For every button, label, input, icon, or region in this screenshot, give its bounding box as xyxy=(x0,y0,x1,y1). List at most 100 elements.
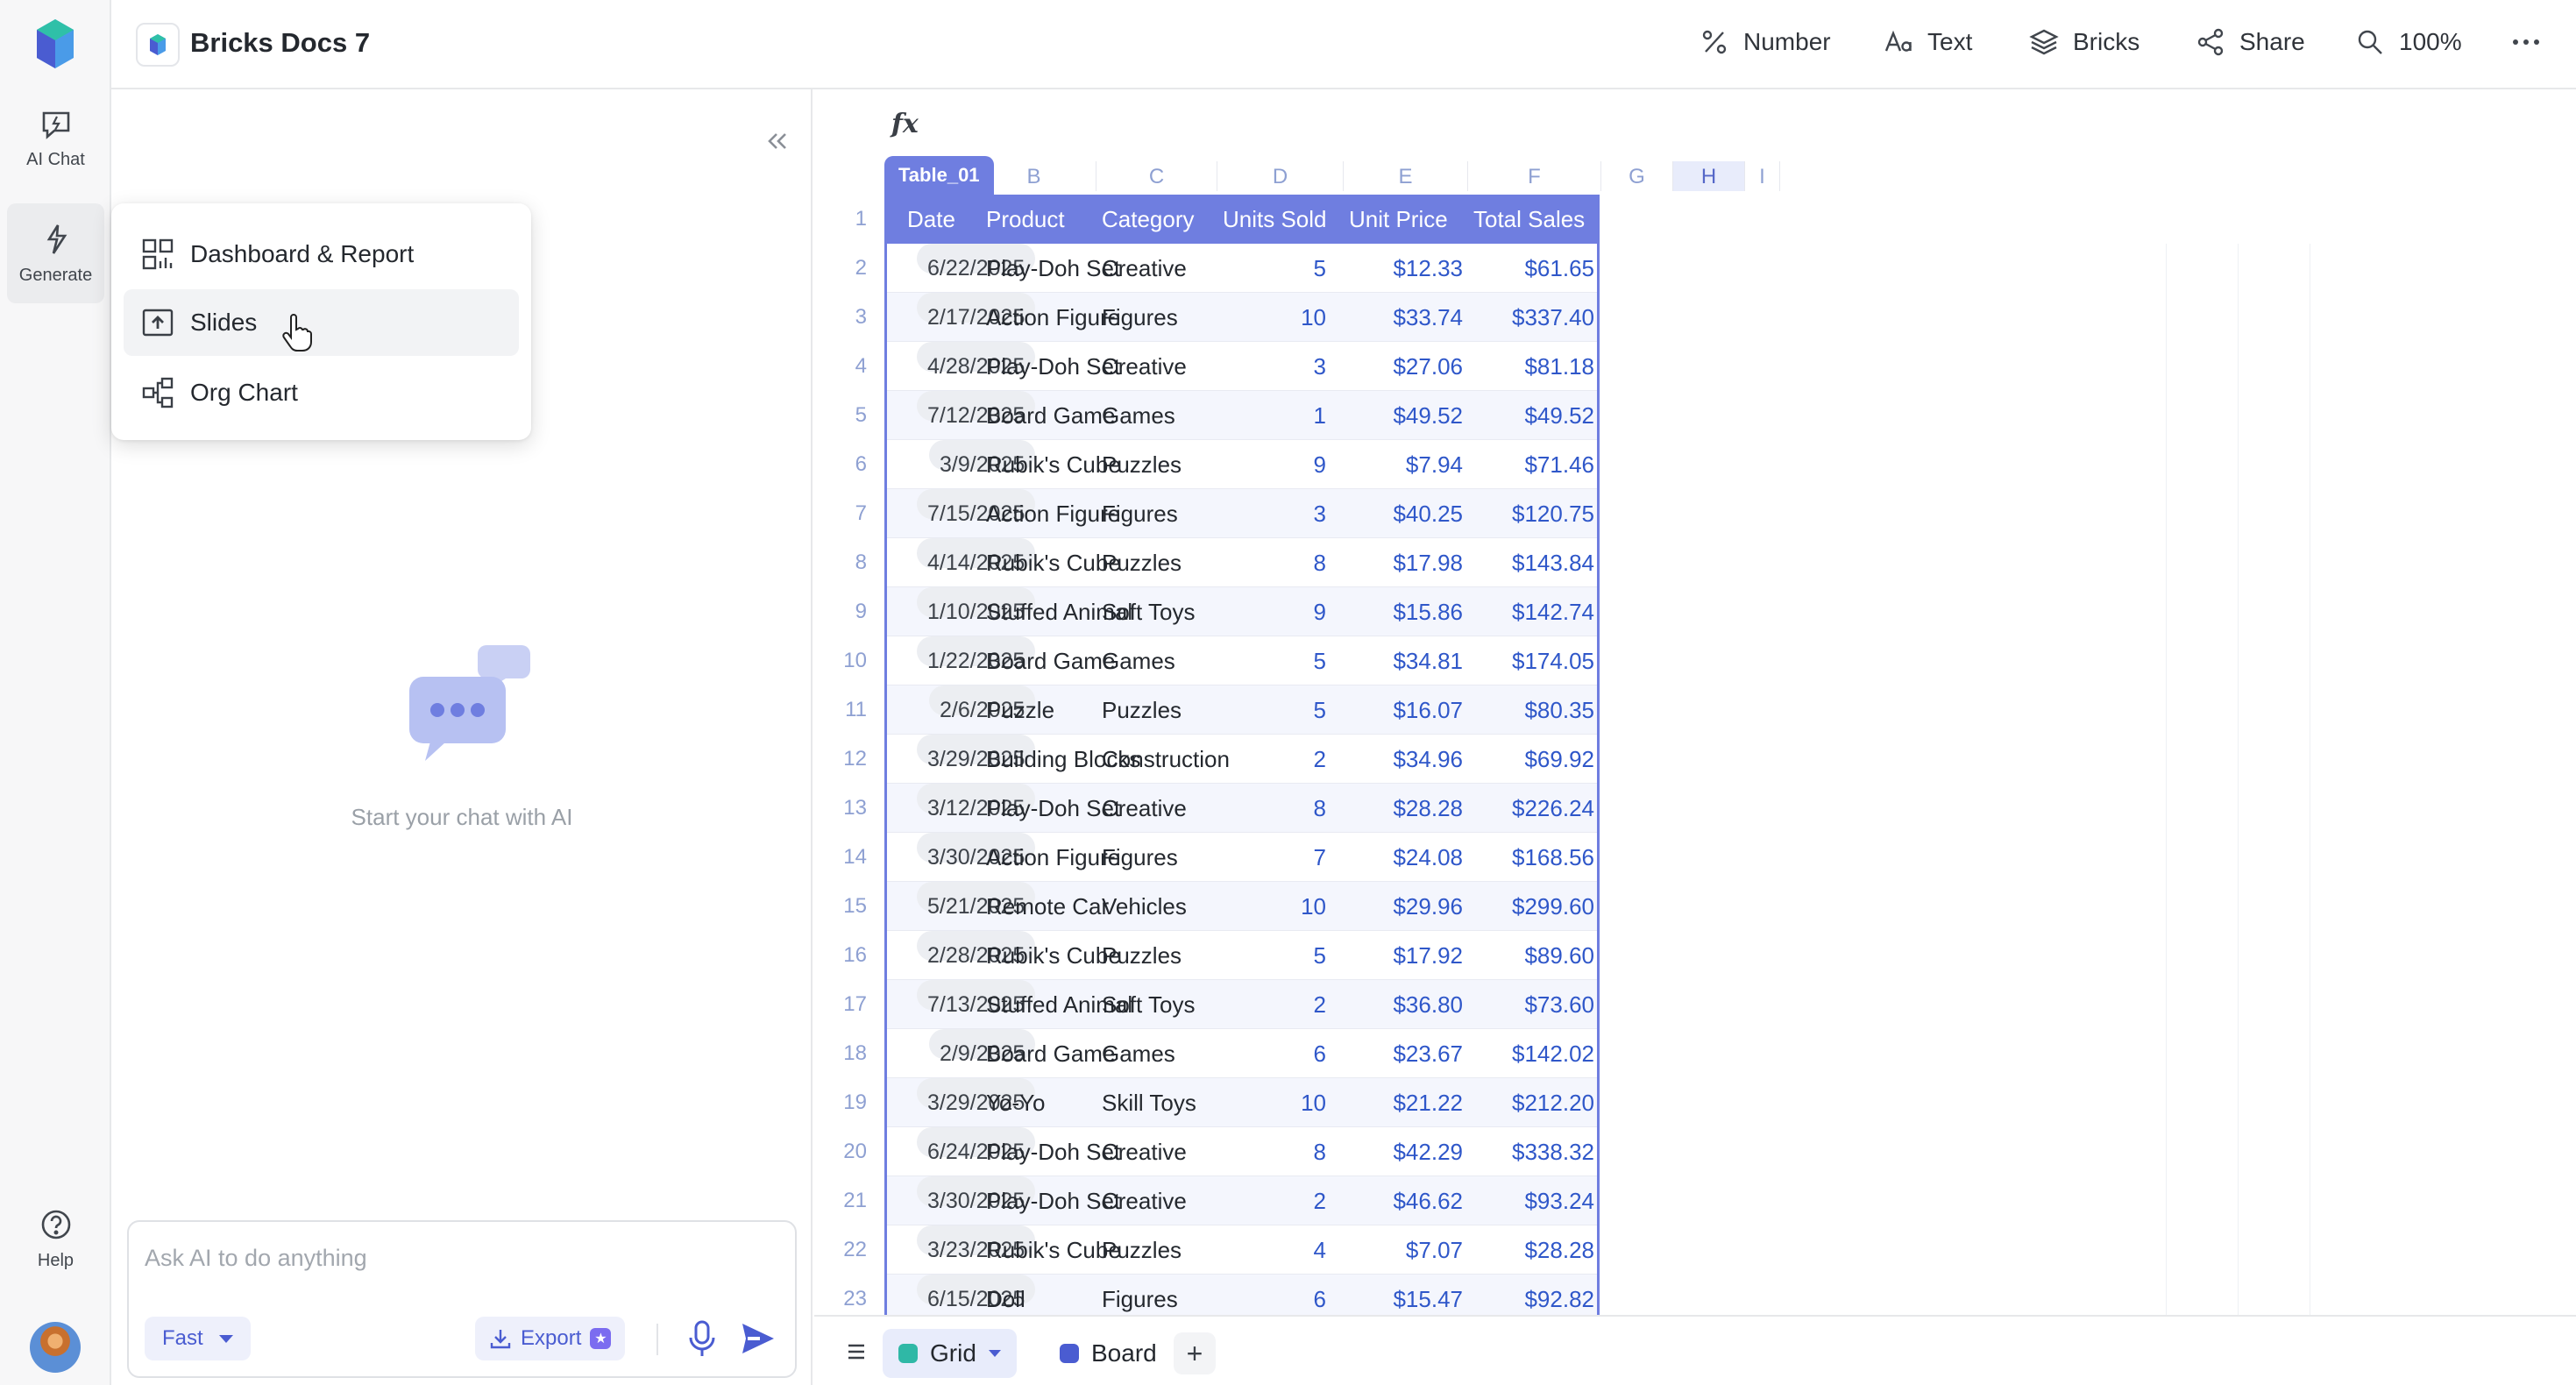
tab-board[interactable]: Board xyxy=(1044,1329,1173,1378)
menu-item-dashboard-report[interactable]: Dashboard & Report xyxy=(124,221,519,288)
column-header-f[interactable]: F xyxy=(1468,161,1601,191)
row-number[interactable]: 16 xyxy=(814,943,876,968)
row-number[interactable]: 1 xyxy=(814,207,876,231)
table-row[interactable]: 1/22/2025 Board Game Games 5 $34.81 $174.05 xyxy=(884,636,1600,685)
row-number[interactable]: 9 xyxy=(814,600,876,624)
total-sales-cell[interactable]: $120.75 xyxy=(1512,489,1594,538)
row-number[interactable]: 20 xyxy=(814,1140,876,1164)
unit-price-cell[interactable]: $24.08 xyxy=(1393,833,1463,882)
unit-price-cell[interactable]: $40.25 xyxy=(1393,489,1463,538)
category-cell[interactable]: Games xyxy=(1102,1029,1175,1078)
category-cell[interactable]: Games xyxy=(1102,391,1175,440)
number-format-button[interactable]: Number xyxy=(1700,25,1831,60)
category-cell[interactable]: Construction xyxy=(1102,735,1230,784)
row-number[interactable]: 14 xyxy=(814,845,876,870)
category-cell[interactable]: Puzzles xyxy=(1102,1225,1182,1275)
unit-price-cell[interactable]: $29.96 xyxy=(1393,882,1463,931)
units-sold-cell[interactable]: 4 xyxy=(1314,1225,1326,1275)
column-header-i[interactable]: I xyxy=(1745,161,1780,191)
total-sales-cell[interactable]: $338.32 xyxy=(1512,1127,1594,1176)
category-cell[interactable]: Figures xyxy=(1102,293,1178,342)
formula-icon[interactable]: fx xyxy=(891,109,919,139)
unit-price-cell[interactable]: $49.52 xyxy=(1393,391,1463,440)
total-sales-cell[interactable]: $168.56 xyxy=(1512,833,1594,882)
unit-price-cell[interactable]: $23.67 xyxy=(1393,1029,1463,1078)
add-view-button[interactable]: + xyxy=(1174,1332,1216,1374)
category-cell[interactable]: Soft Toys xyxy=(1102,980,1195,1029)
units-sold-cell[interactable]: 6 xyxy=(1314,1275,1326,1315)
total-sales-cell[interactable]: $81.18 xyxy=(1524,342,1594,391)
table-row[interactable]: 7/12/2025 Board Game Games 1 $49.52 $49.52 xyxy=(884,391,1600,440)
product-cell[interactable]: Board Game xyxy=(986,391,1115,440)
units-sold-cell[interactable]: 10 xyxy=(1301,293,1326,342)
row-number[interactable]: 3 xyxy=(814,305,876,330)
category-cell[interactable]: Games xyxy=(1102,636,1175,685)
unit-price-cell[interactable]: $7.07 xyxy=(1406,1225,1463,1275)
row-number[interactable]: 23 xyxy=(814,1287,876,1311)
unit-price-cell[interactable]: $33.74 xyxy=(1393,293,1463,342)
unit-price-cell[interactable]: $34.81 xyxy=(1393,636,1463,685)
more-options-button[interactable] xyxy=(2511,25,2555,60)
product-cell[interactable]: Play-Doh Set xyxy=(986,342,1120,391)
mode-select[interactable]: Fast xyxy=(145,1317,251,1360)
units-sold-cell[interactable]: 8 xyxy=(1314,538,1326,587)
row-number[interactable]: 22 xyxy=(814,1238,876,1262)
unit-price-cell[interactable]: $27.06 xyxy=(1393,342,1463,391)
product-cell[interactable]: Rubik's Cube xyxy=(986,1225,1121,1275)
table-row[interactable]: 3/30/2025 Play-Doh Set Creative 2 $46.62 $93.… xyxy=(884,1176,1600,1225)
tab-grid[interactable]: Grid xyxy=(883,1329,1017,1378)
column-header-e[interactable]: E xyxy=(1344,161,1468,191)
bricks-button[interactable]: Bricks xyxy=(2029,25,2140,60)
row-number[interactable]: 21 xyxy=(814,1189,876,1213)
column-header-h[interactable]: H xyxy=(1673,161,1745,191)
total-sales-cell[interactable]: $337.40 xyxy=(1512,293,1594,342)
text-format-button[interactable]: Text xyxy=(1884,25,1972,60)
table-row[interactable]: 2/6/2025 Puzzle Puzzles 5 $16.07 $80.35 xyxy=(884,685,1600,735)
product-cell[interactable]: Play-Doh Set xyxy=(986,1176,1120,1225)
units-sold-cell[interactable]: 3 xyxy=(1314,342,1326,391)
unit-price-cell[interactable]: $12.33 xyxy=(1393,244,1463,293)
column-header-c[interactable]: C xyxy=(1096,161,1217,191)
category-cell[interactable]: Vehicles xyxy=(1102,882,1187,931)
rail-generate[interactable]: Generate xyxy=(7,203,104,303)
product-cell[interactable]: Board Game xyxy=(986,1029,1115,1078)
unit-price-cell[interactable]: $16.07 xyxy=(1393,685,1463,735)
units-sold-cell[interactable]: 10 xyxy=(1301,1078,1326,1127)
category-cell[interactable]: Skill Toys xyxy=(1102,1078,1196,1127)
product-cell[interactable]: Remote Car xyxy=(986,882,1109,931)
row-number[interactable]: 18 xyxy=(814,1041,876,1066)
total-sales-cell[interactable]: $226.24 xyxy=(1512,784,1594,833)
total-sales-cell[interactable]: $69.92 xyxy=(1524,735,1594,784)
send-icon[interactable] xyxy=(739,1320,777,1357)
total-sales-cell[interactable]: $142.74 xyxy=(1512,587,1594,636)
units-sold-cell[interactable]: 9 xyxy=(1314,587,1326,636)
product-cell[interactable]: Action Figure xyxy=(986,293,1120,342)
row-number[interactable]: 10 xyxy=(814,649,876,673)
header-date[interactable]: Date xyxy=(907,195,955,244)
table-row[interactable]: 7/13/2025 Stuffed Animal Soft Toys 2 $36.80 $… xyxy=(884,980,1600,1029)
category-cell[interactable]: Creative xyxy=(1102,784,1187,833)
total-sales-cell[interactable]: $92.82 xyxy=(1524,1275,1594,1315)
menu-item-slides[interactable]: Slides xyxy=(124,289,519,356)
unit-price-cell[interactable]: $7.94 xyxy=(1406,440,1463,489)
product-cell[interactable]: Puzzle xyxy=(986,685,1054,735)
unit-price-cell[interactable]: $28.28 xyxy=(1393,784,1463,833)
category-cell[interactable]: Creative xyxy=(1102,1127,1187,1176)
row-number[interactable]: 8 xyxy=(814,550,876,575)
units-sold-cell[interactable]: 8 xyxy=(1314,1127,1326,1176)
column-header-g[interactable]: G xyxy=(1601,161,1673,191)
total-sales-cell[interactable]: $142.02 xyxy=(1512,1029,1594,1078)
header-total-sales[interactable]: Total Sales xyxy=(1473,195,1585,244)
table-row[interactable]: 3/12/2025 Play-Doh Set Creative 8 $28.28 $226… xyxy=(884,784,1600,833)
table-row[interactable]: 7/15/2025 Action Figure Figures 3 $40.25 $120… xyxy=(884,489,1600,538)
unit-price-cell[interactable]: $15.47 xyxy=(1393,1275,1463,1315)
row-number[interactable]: 19 xyxy=(814,1090,876,1115)
table-row[interactable]: 6/24/2025 Play-Doh Set Creative 8 $42.29 $338… xyxy=(884,1127,1600,1176)
category-cell[interactable]: Figures xyxy=(1102,833,1178,882)
product-cell[interactable]: Rubik's Cube xyxy=(986,440,1121,489)
table-row[interactable]: 3/29/2025 Yo-Yo Skill Toys 10 $21.22 $212.20 xyxy=(884,1078,1600,1127)
product-cell[interactable]: Action Figure xyxy=(986,489,1120,538)
unit-price-cell[interactable]: $17.92 xyxy=(1393,931,1463,980)
row-number[interactable]: 11 xyxy=(814,698,876,722)
header-category[interactable]: Category xyxy=(1102,195,1195,244)
